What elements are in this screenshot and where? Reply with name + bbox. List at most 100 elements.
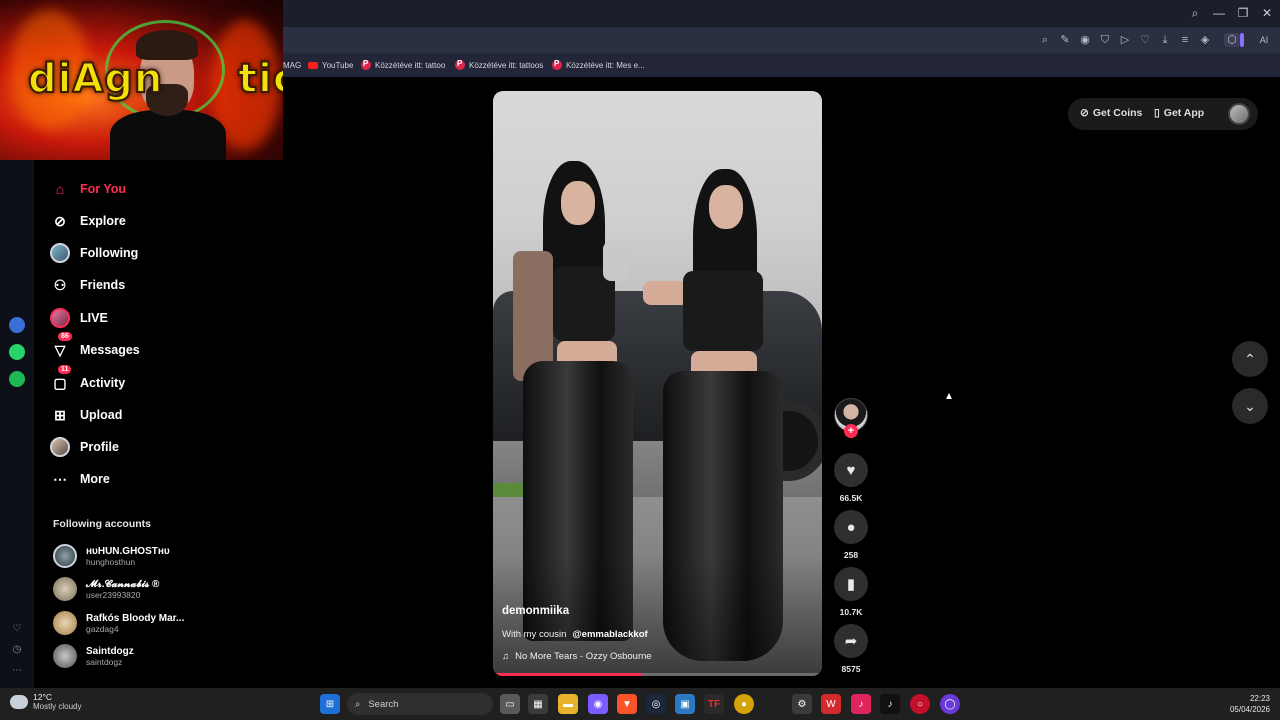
nav-following[interactable]: Following — [50, 241, 200, 265]
get-app-button[interactable]: ▯ Get App — [1154, 107, 1204, 119]
camera-icon[interactable]: ◉ — [1078, 33, 1092, 47]
bookmark-youtube[interactable]: YouTube — [308, 59, 353, 71]
follow-plus-icon[interactable]: + — [844, 424, 858, 438]
coin-icon: ⊘ — [1080, 107, 1089, 119]
upload-icon: ⊞ — [54, 406, 66, 423]
opera-icon[interactable]: ○ — [910, 694, 930, 714]
friends-icon: ⚇ — [53, 276, 67, 293]
following-account[interactable]: ʜᴜHUN.GHOSTʜᴜ hunghosthun — [53, 541, 203, 571]
taskbar-search[interactable]: ⌕ Search — [347, 693, 493, 715]
music-title: No More Tears - Ozzy Osbourne — [515, 651, 652, 662]
account-name: ʜᴜHUN.GHOSTʜᴜ — [86, 545, 170, 557]
weather-temp: 12°C — [33, 692, 52, 702]
nav-explore[interactable]: ⊘ Explore — [50, 209, 200, 233]
bookmark-label: YouTube — [322, 60, 354, 70]
bookmark-tattoos[interactable]: Közzétéve itt: tattoos — [455, 59, 543, 71]
heart-icon[interactable]: ♡ — [10, 622, 24, 636]
more-icon: ⋯ — [53, 470, 67, 487]
heart-icon[interactable]: ♡ — [1138, 33, 1152, 47]
whatsapp-icon[interactable] — [9, 344, 25, 360]
discord-icon[interactable]: ◉ — [588, 694, 608, 714]
system-clock[interactable]: 22:23 05/04/2026 — [1214, 693, 1270, 715]
messenger-icon[interactable] — [9, 317, 25, 333]
chevron-down-icon: ⌄ — [1244, 397, 1256, 414]
brave-icon[interactable]: ▼ — [617, 694, 637, 714]
tiktok-icon[interactable]: ♪ — [880, 694, 900, 714]
nav-label: Following — [80, 246, 139, 260]
comment-button[interactable]: ● — [834, 510, 868, 544]
nav-friends[interactable]: ⚇ Friends — [50, 273, 200, 297]
coin-app-icon[interactable]: ● — [734, 694, 754, 714]
edit-icon[interactable]: ✎ — [1058, 33, 1072, 47]
user-avatar[interactable] — [1228, 103, 1250, 125]
start-icon[interactable]: ⊞ — [320, 694, 340, 714]
extension-icon[interactable]: ◈ — [1198, 33, 1212, 47]
wps-icon[interactable]: W — [821, 694, 841, 714]
assistant-icon[interactable]: ◯ — [940, 694, 960, 714]
ai-button[interactable]: AI — [1252, 33, 1276, 47]
file-explorer-icon[interactable]: ▬ — [558, 694, 578, 714]
account-name: Saintdogz — [86, 645, 134, 657]
previous-video-button[interactable]: ⌃ — [1232, 341, 1268, 377]
bookmark-mes[interactable]: Közzétéve itt: Mes e... — [552, 59, 645, 71]
spotify-icon[interactable] — [9, 371, 25, 387]
youtube-icon — [308, 61, 318, 69]
zoom-icon[interactable]: ⌕ — [1038, 33, 1052, 47]
cube-icon[interactable]: ⬡ — [1224, 33, 1240, 47]
widgets-icon[interactable]: ▦ — [528, 694, 548, 714]
share-button[interactable]: ➦ — [834, 624, 868, 658]
download-icon[interactable]: ⤓ — [1158, 33, 1172, 47]
task-view-icon[interactable]: ▭ — [500, 694, 520, 714]
following-avatar — [50, 243, 70, 263]
nav-profile[interactable]: Profile — [50, 435, 200, 459]
more-icon[interactable]: ⋯ — [10, 664, 24, 678]
nav-more[interactable]: ⋯ More — [50, 467, 200, 491]
bookmark-mag[interactable]: MAG — [283, 59, 301, 71]
video-player[interactable]: demonmiika With my cousin @emmablackkof ♫… — [493, 91, 822, 676]
nav-label: Friends — [80, 278, 126, 292]
following-account[interactable]: Rafkós Bloody Mar... gazdag4 — [53, 608, 203, 638]
comment-icon: ● — [846, 518, 856, 536]
video-progress-bar[interactable] — [493, 673, 822, 676]
nav-for-you[interactable]: ⌂ For You — [50, 177, 200, 201]
minimize-icon[interactable]: — — [1211, 6, 1227, 20]
next-video-button[interactable]: ⌄ — [1232, 388, 1268, 424]
video-author[interactable]: demonmiika — [502, 605, 569, 617]
bookmark-label: MAG — [283, 60, 302, 70]
menu-icon[interactable]: ≡ — [1178, 33, 1192, 47]
restore-icon[interactable]: ❐ — [1235, 6, 1251, 20]
caption-mention[interactable]: @emmablackkof — [572, 629, 647, 640]
close-icon[interactable]: ✕ — [1259, 6, 1275, 20]
settings-icon[interactable]: ⚙ — [792, 694, 812, 714]
account-name: 𝓜𝓻.𝓒𝓪𝓷𝓷𝓪𝓫𝓲𝓼 ® — [86, 578, 160, 590]
play-icon[interactable]: ▷ — [1118, 33, 1132, 47]
tiktok-pink-icon[interactable]: ♪ — [851, 694, 871, 714]
caption-text: With my cousin — [502, 629, 567, 640]
save-button[interactable]: ▮ — [834, 567, 868, 601]
get-coins-button[interactable]: ⊘ Get Coins — [1080, 107, 1142, 119]
bookmark-label: Közzétéve itt: tattoos — [469, 60, 544, 70]
nav-messages[interactable]: ▽ 86 Messages — [50, 332, 200, 362]
following-account[interactable]: 𝓜𝓻.𝓒𝓪𝓷𝓷𝓪𝓫𝓲𝓼 ® user23993820 — [53, 574, 203, 604]
nav-upload[interactable]: ⊞ Upload — [50, 403, 200, 427]
browser-side-rail: ♡ ◷ ⋯ — [0, 77, 34, 688]
video-music[interactable]: ♫ No More Tears - Ozzy Osbourne — [502, 651, 652, 662]
steam-icon[interactable]: ◎ — [646, 694, 666, 714]
taskbar: 12°C Mostly cloudy ⊞ ⌕ Search ▭ ▦ ▬ ◉ ▼ … — [0, 688, 1280, 720]
shield-icon[interactable]: ⛉ — [1098, 33, 1112, 47]
like-button[interactable]: ♥ — [834, 453, 868, 487]
search-icon[interactable]: ⌕ — [1187, 6, 1203, 20]
account-name: Rafkós Bloody Mar... — [86, 612, 185, 624]
bookmark-tattoo[interactable]: Közzétéve itt: tattoo — [361, 59, 445, 71]
top-right-actions: ⊘ Get Coins ▯ Get App — [1068, 98, 1258, 130]
video-caption: With my cousin @emmablackkof — [502, 629, 648, 640]
accent-marker — [1240, 33, 1244, 47]
history-icon[interactable]: ◷ — [10, 643, 24, 657]
bookmark-label: Közzétéve itt: Mes e... — [566, 60, 645, 70]
nav-live[interactable]: LIVE — [50, 306, 200, 330]
nav-activity[interactable]: ▢ 11 Activity — [50, 365, 200, 395]
tf-app-icon[interactable]: TF — [704, 694, 724, 714]
weather-widget[interactable]: 12°C Mostly cloudy — [10, 692, 81, 711]
following-account[interactable]: Saintdogz saintdogz — [53, 641, 203, 671]
photos-icon[interactable]: ▣ — [675, 694, 695, 714]
